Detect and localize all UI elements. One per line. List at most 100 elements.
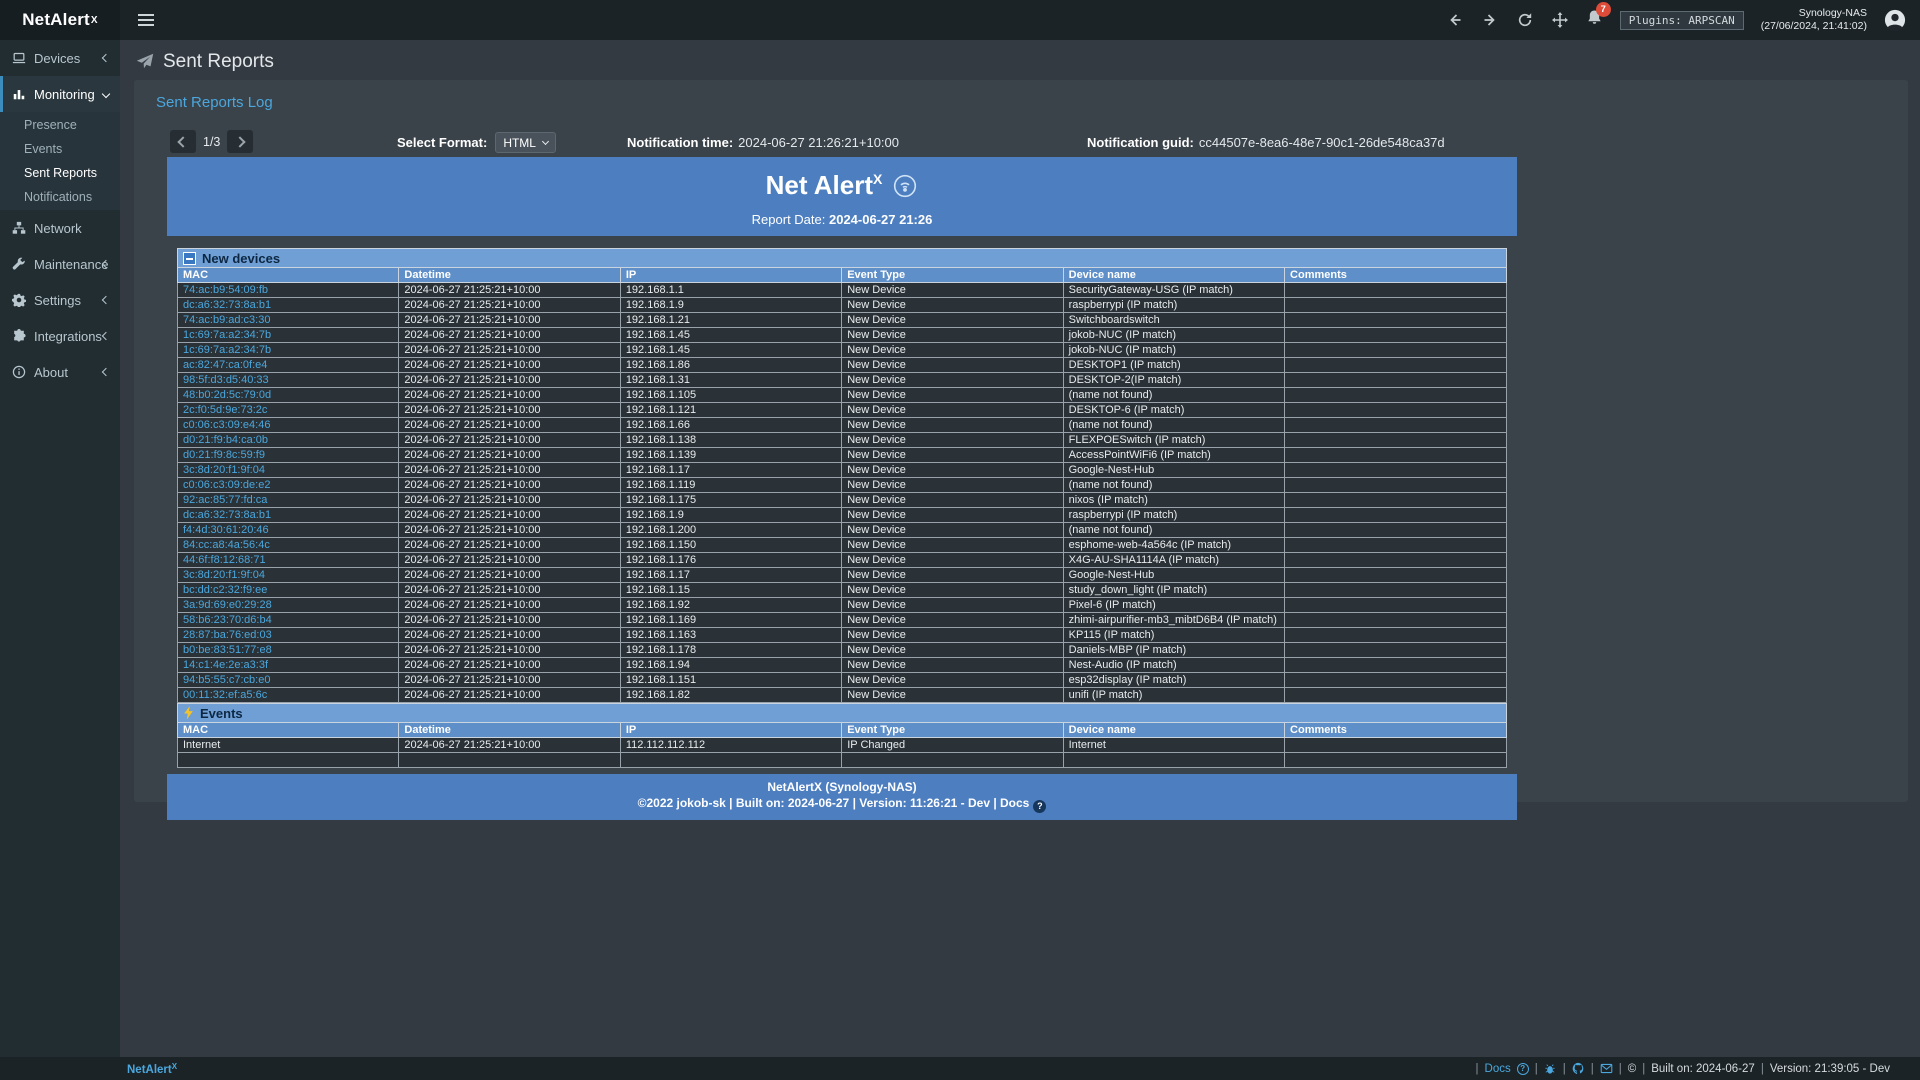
cell-mac[interactable]: dc:a6:32:73:8a:b1: [178, 298, 399, 313]
nav-back-icon[interactable]: [1446, 11, 1464, 29]
cell-mac[interactable]: 1c:69:7a:a2:34:7b: [178, 343, 399, 358]
cell-mac[interactable]: 00:11:32:ef:a5:6c: [178, 688, 399, 703]
cell-mac[interactable]: 84:cc:a8:4a:56:4c: [178, 538, 399, 553]
nav-forward-icon[interactable]: [1481, 11, 1499, 29]
prev-page-button[interactable]: [170, 130, 196, 153]
sidebar-item-label: Network: [34, 221, 82, 236]
format-label: Select Format:: [397, 135, 487, 150]
sidebar-item-monitoring[interactable]: Monitoring: [0, 76, 120, 112]
cell-mac[interactable]: 98:5f:d3:d5:40:33: [178, 373, 399, 388]
cell-mac[interactable]: 48:b0:2d:5c:79:0d: [178, 388, 399, 403]
cell-event: New Device: [842, 568, 1063, 583]
sidebar-item-presence[interactable]: Presence: [0, 113, 120, 137]
cell-datetime: 2024-06-27 21:25:21+10:00: [399, 628, 620, 643]
cell-ip: 192.168.1.119: [620, 478, 841, 493]
sidebar-item-maintenance[interactable]: Maintenance: [0, 246, 120, 282]
sidebar-item-label: Integrations: [34, 329, 102, 344]
col-event-type: Event Type: [842, 723, 1063, 738]
sent-reports-log-link[interactable]: Sent Reports Log: [156, 94, 273, 111]
report-date-value: 2024-06-27 21:26: [829, 212, 932, 227]
cell-event: New Device: [842, 508, 1063, 523]
cell-comments: [1285, 343, 1507, 358]
sidebar-item-label: Devices: [34, 51, 80, 66]
cell-event: New Device: [842, 658, 1063, 673]
cell-mac[interactable]: f4:4d:30:61:20:46: [178, 523, 399, 538]
user-avatar[interactable]: [1884, 9, 1906, 31]
notifications-bell[interactable]: 7: [1586, 9, 1603, 31]
plugins-status-badge[interactable]: Plugins: ARPSCAN: [1620, 11, 1744, 30]
sidebar-item-sent-reports[interactable]: Sent Reports: [0, 161, 120, 185]
cell-event: New Device: [842, 433, 1063, 448]
question-circle-icon[interactable]: ?: [1517, 1063, 1529, 1075]
cell-datetime: 2024-06-27 21:25:21+10:00: [399, 643, 620, 658]
app-logo[interactable]: NetAlertX: [0, 0, 120, 40]
sidebar-item-integrations[interactable]: Integrations: [0, 318, 120, 354]
cell-mac[interactable]: 74:ac:b9:54:09:fb: [178, 283, 399, 298]
separator: |: [1761, 1063, 1764, 1075]
cell-comments: [1285, 568, 1507, 583]
table-row: [178, 753, 1507, 768]
license-symbol[interactable]: ©: [1628, 1063, 1636, 1075]
move-icon[interactable]: [1551, 11, 1569, 29]
bug-icon[interactable]: [1544, 1062, 1557, 1075]
cell-mac[interactable]: d0:21:f9:8c:59:f9: [178, 448, 399, 463]
refresh-icon[interactable]: [1516, 11, 1534, 29]
table-row: 3c:8d:20:f1:9f:042024-06-27 21:25:21+10:…: [178, 568, 1507, 583]
cell-mac[interactable]: bc:dd:c2:32:f9:ee: [178, 583, 399, 598]
footer-brand[interactable]: NetAlertX: [127, 1062, 177, 1076]
cell-mac[interactable]: 3c:8d:20:f1:9f:04: [178, 463, 399, 478]
sidebar-item-notifications[interactable]: Notifications: [0, 185, 120, 209]
cell-mac[interactable]: 1c:69:7a:a2:34:7b: [178, 328, 399, 343]
github-icon[interactable]: [1572, 1062, 1585, 1075]
cell-mac[interactable]: 3c:8d:20:f1:9f:04: [178, 568, 399, 583]
cell-ip: 192.168.1.121: [620, 403, 841, 418]
cell-comments: [1285, 738, 1507, 753]
email-icon[interactable]: [1600, 1062, 1613, 1075]
cell-mac[interactable]: b0:be:83:51:77:e8: [178, 643, 399, 658]
page-footer: NetAlertX | Docs ? | | | | © | Built on:…: [0, 1057, 1920, 1080]
cell-datetime: 2024-06-27 21:25:21+10:00: [399, 313, 620, 328]
cell-mac[interactable]: d0:21:f9:b4:ca:0b: [178, 433, 399, 448]
cell-mac[interactable]: c0:06:c3:09:de:e2: [178, 478, 399, 493]
cell-mac[interactable]: 74:ac:b9:ad:c3:30: [178, 313, 399, 328]
page-indicator: 1/3: [203, 135, 220, 149]
docs-link[interactable]: Docs: [1485, 1063, 1511, 1075]
cell-mac[interactable]: 3a:9d:69:e0:29:28: [178, 598, 399, 613]
cell-mac[interactable]: 58:b6:23:70:d6:b4: [178, 613, 399, 628]
sidebar-item-about[interactable]: About: [0, 354, 120, 390]
cell-ip: [620, 753, 841, 768]
separator: |: [1619, 1063, 1622, 1075]
sidebar-item-network[interactable]: Network: [0, 210, 120, 246]
cell-mac: [178, 753, 399, 768]
sidebar-item-devices[interactable]: Devices: [0, 40, 120, 76]
sidebar-toggle-button[interactable]: [126, 0, 166, 40]
cell-name: Switchboardswitch: [1063, 313, 1284, 328]
cell-comments: [1285, 388, 1507, 403]
table-row: 94:b5:55:c7:cb:e02024-06-27 21:25:21+10:…: [178, 673, 1507, 688]
cell-name: nixos (IP match): [1063, 493, 1284, 508]
cell-mac[interactable]: ac:82:47:ca:0f:e4: [178, 358, 399, 373]
sidebar-item-label: Settings: [34, 293, 81, 308]
lightning-icon: [183, 706, 194, 720]
footer-links: | Docs ? | | | | © | Built on: 2024-06-2…: [1476, 1062, 1890, 1075]
cell-mac[interactable]: 14:c1:4e:2e:a3:3f: [178, 658, 399, 673]
sidebar-item-events[interactable]: Events: [0, 137, 120, 161]
next-page-button[interactable]: [227, 130, 253, 153]
events-table: MAC Datetime IP Event Type Device name C…: [177, 722, 1507, 768]
table-row: 3c:8d:20:f1:9f:042024-06-27 21:25:21+10:…: [178, 463, 1507, 478]
cell-mac[interactable]: 44:6f:f8:12:68:71: [178, 553, 399, 568]
cell-name: study_down_light (IP match): [1063, 583, 1284, 598]
cell-mac[interactable]: c0:06:c3:09:e4:46: [178, 418, 399, 433]
format-select[interactable]: HTML: [495, 132, 556, 153]
sidebar-item-settings[interactable]: Settings: [0, 282, 120, 318]
minus-icon: [183, 252, 196, 265]
cell-mac[interactable]: 92:ac:85:77:fd:ca: [178, 493, 399, 508]
cell-datetime: 2024-06-27 21:25:21+10:00: [399, 463, 620, 478]
cell-mac[interactable]: 94:b5:55:c7:cb:e0: [178, 673, 399, 688]
cell-mac[interactable]: 2c:f0:5d:9e:73:2c: [178, 403, 399, 418]
cell-mac[interactable]: dc:a6:32:73:8a:b1: [178, 508, 399, 523]
notification-count-badge: 7: [1596, 2, 1611, 17]
cell-event: New Device: [842, 478, 1063, 493]
cell-mac[interactable]: 28:87:ba:76:ed:03: [178, 628, 399, 643]
cell-ip: 192.168.1.176: [620, 553, 841, 568]
